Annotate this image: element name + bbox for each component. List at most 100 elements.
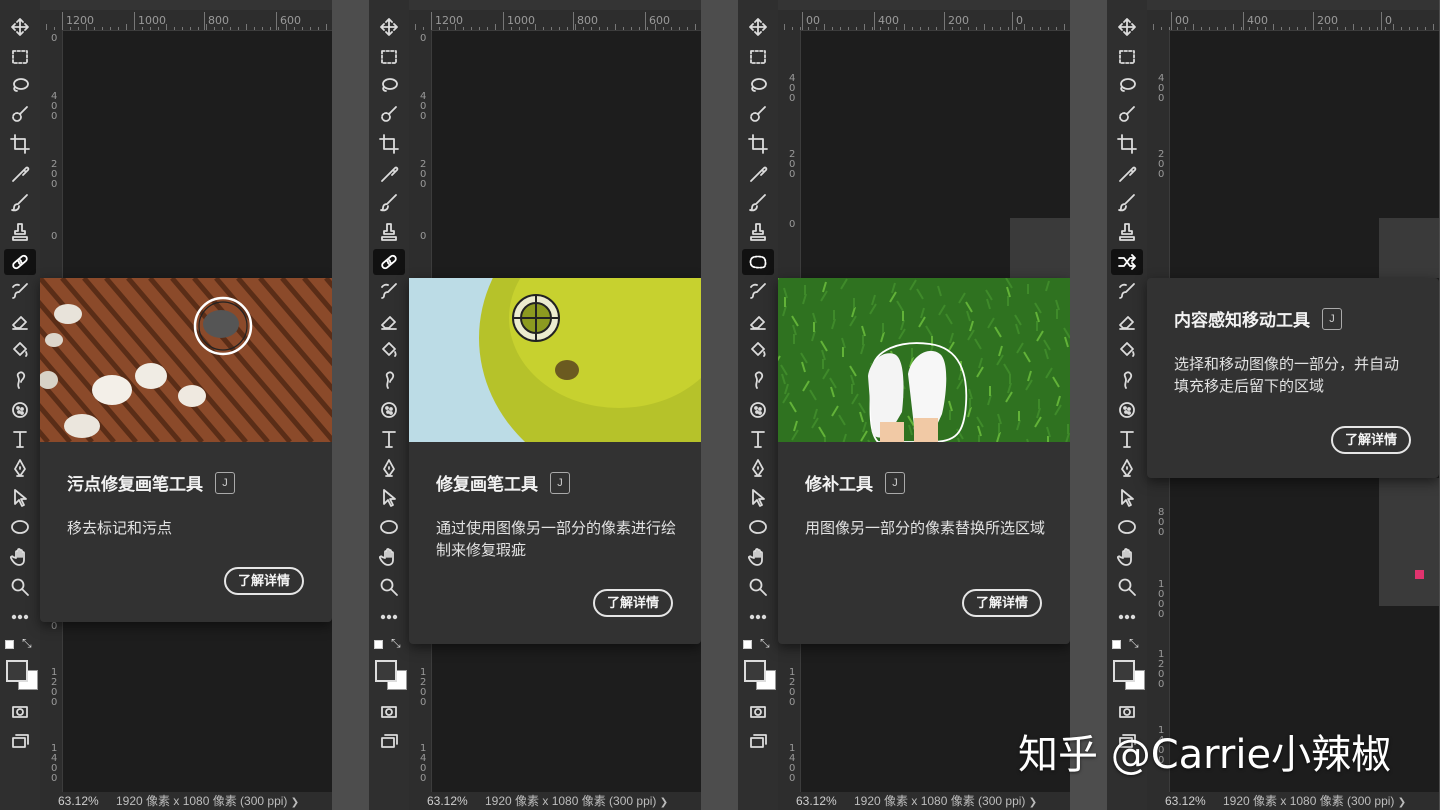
pen-icon[interactable]: [4, 455, 36, 481]
sponge-icon[interactable]: [1111, 397, 1143, 423]
default-colors-icon[interactable]: [374, 640, 383, 649]
eyedropper-icon[interactable]: [373, 161, 405, 187]
marquee-icon[interactable]: [742, 44, 774, 70]
path-select-icon[interactable]: [1111, 485, 1143, 511]
type-icon[interactable]: [742, 426, 774, 452]
zoom-icon[interactable]: [373, 574, 405, 600]
zoom-icon[interactable]: [1111, 574, 1143, 600]
crop-icon[interactable]: [742, 131, 774, 157]
patch-icon[interactable]: [742, 249, 774, 275]
smudge-icon[interactable]: [4, 367, 36, 393]
foreground-color-swatch[interactable]: [375, 660, 397, 682]
marquee-icon[interactable]: [1111, 44, 1143, 70]
brush-icon[interactable]: [4, 190, 36, 216]
sponge-icon[interactable]: [742, 397, 774, 423]
more-icon[interactable]: [1111, 604, 1143, 630]
eraser-icon[interactable]: [1111, 308, 1143, 334]
brush-icon[interactable]: [742, 190, 774, 216]
type-icon[interactable]: [1111, 426, 1143, 452]
healing-icon[interactable]: [4, 249, 36, 275]
brush-icon[interactable]: [1111, 190, 1143, 216]
ellipse-icon[interactable]: [4, 514, 36, 540]
zoom-level[interactable]: 63.12%: [778, 792, 837, 810]
status-menu-arrow-icon[interactable]: ❯: [1029, 797, 1037, 808]
learn-more-button[interactable]: 了解详情: [1330, 426, 1411, 454]
zoom-level[interactable]: 63.12%: [1147, 792, 1206, 810]
quick-select-icon[interactable]: [373, 102, 405, 128]
swap-colors-icon[interactable]: ⤡: [22, 636, 32, 651]
more-icon[interactable]: [373, 604, 405, 630]
path-select-icon[interactable]: [742, 485, 774, 511]
move-icon[interactable]: [373, 14, 405, 40]
stamp-icon[interactable]: [373, 219, 405, 245]
history-brush-icon[interactable]: [1111, 279, 1143, 305]
move-icon[interactable]: [4, 14, 36, 40]
move-icon[interactable]: [1111, 14, 1143, 40]
smudge-icon[interactable]: [742, 367, 774, 393]
history-brush-icon[interactable]: [373, 279, 405, 305]
lasso-icon[interactable]: [373, 73, 405, 99]
learn-more-button[interactable]: 了解详情: [961, 589, 1042, 617]
eraser-icon[interactable]: [373, 308, 405, 334]
hand-icon[interactable]: [742, 544, 774, 570]
type-icon[interactable]: [373, 426, 405, 452]
crop-icon[interactable]: [4, 131, 36, 157]
brush-icon[interactable]: [373, 190, 405, 216]
default-colors-icon[interactable]: [1112, 640, 1121, 649]
zoom-level[interactable]: 63.12%: [40, 792, 99, 810]
swap-colors-icon[interactable]: ⤡: [391, 636, 401, 651]
zoom-icon[interactable]: [4, 574, 36, 600]
move-icon[interactable]: [742, 14, 774, 40]
stamp-icon[interactable]: [1111, 219, 1143, 245]
screen-mode-icon[interactable]: [742, 728, 774, 754]
ellipse-icon[interactable]: [742, 514, 774, 540]
smudge-icon[interactable]: [1111, 367, 1143, 393]
stamp-icon[interactable]: [4, 219, 36, 245]
paint-bucket-icon[interactable]: [1111, 337, 1143, 363]
eyedropper-icon[interactable]: [742, 161, 774, 187]
pen-icon[interactable]: [373, 455, 405, 481]
screen-mode-icon[interactable]: [373, 728, 405, 754]
status-menu-arrow-icon[interactable]: ❯: [660, 797, 668, 808]
path-select-icon[interactable]: [373, 485, 405, 511]
type-icon[interactable]: [4, 426, 36, 452]
lasso-icon[interactable]: [4, 73, 36, 99]
hand-icon[interactable]: [4, 544, 36, 570]
more-icon[interactable]: [742, 604, 774, 630]
quick-mask-icon[interactable]: [373, 699, 405, 725]
eyedropper-icon[interactable]: [4, 161, 36, 187]
hand-icon[interactable]: [373, 544, 405, 570]
move-content-icon[interactable]: [1111, 249, 1143, 275]
zoom-icon[interactable]: [742, 574, 774, 600]
screen-mode-icon[interactable]: [4, 728, 36, 754]
lasso-icon[interactable]: [742, 73, 774, 99]
marquee-icon[interactable]: [373, 44, 405, 70]
learn-more-button[interactable]: 了解详情: [592, 589, 673, 617]
status-menu-arrow-icon[interactable]: ❯: [1398, 797, 1406, 808]
history-brush-icon[interactable]: [742, 279, 774, 305]
paint-bucket-icon[interactable]: [4, 337, 36, 363]
sponge-icon[interactable]: [373, 397, 405, 423]
foreground-color-swatch[interactable]: [6, 660, 28, 682]
quick-select-icon[interactable]: [742, 102, 774, 128]
lasso-icon[interactable]: [1111, 73, 1143, 99]
healing-icon[interactable]: [373, 249, 405, 275]
swap-colors-icon[interactable]: ⤡: [1129, 636, 1139, 651]
smudge-icon[interactable]: [373, 367, 405, 393]
hand-icon[interactable]: [1111, 544, 1143, 570]
learn-more-button[interactable]: 了解详情: [223, 567, 304, 595]
quick-mask-icon[interactable]: [742, 699, 774, 725]
crop-icon[interactable]: [373, 131, 405, 157]
foreground-color-swatch[interactable]: [1113, 660, 1135, 682]
sponge-icon[interactable]: [4, 397, 36, 423]
default-colors-icon[interactable]: [5, 640, 14, 649]
stamp-icon[interactable]: [742, 219, 774, 245]
eyedropper-icon[interactable]: [1111, 161, 1143, 187]
eraser-icon[interactable]: [4, 308, 36, 334]
quick-select-icon[interactable]: [1111, 102, 1143, 128]
zoom-level[interactable]: 63.12%: [409, 792, 468, 810]
ellipse-icon[interactable]: [1111, 514, 1143, 540]
status-menu-arrow-icon[interactable]: ❯: [291, 797, 299, 808]
pen-icon[interactable]: [1111, 455, 1143, 481]
accent-color-swatch[interactable]: [1415, 570, 1424, 579]
